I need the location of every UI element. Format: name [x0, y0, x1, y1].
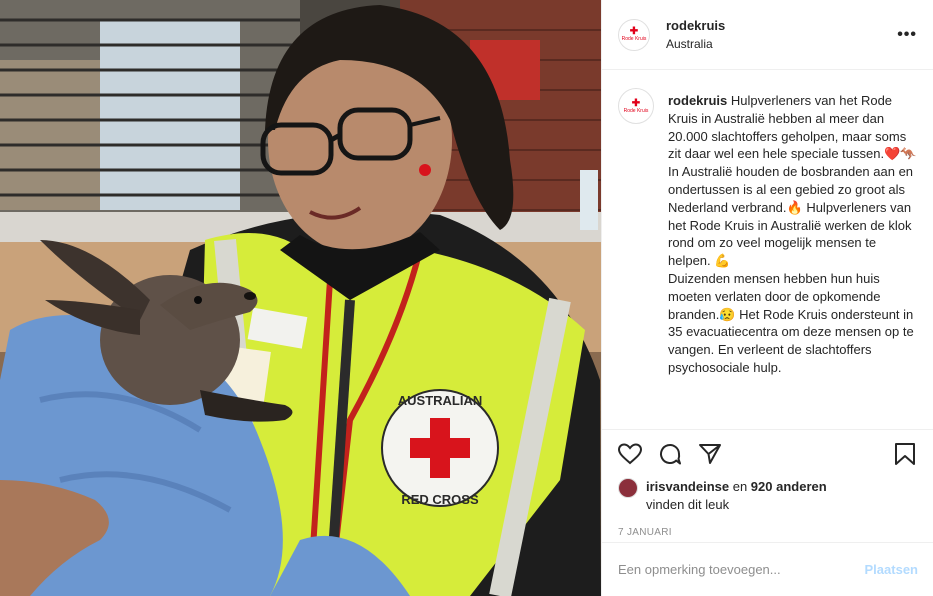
caption-text-2: Duizenden mensen hebben hun huis moeten … [668, 270, 914, 375]
post-caption: rodekruis Hulpverleners van het Rode Kru… [668, 92, 917, 377]
header-username[interactable]: rodekruis [666, 18, 725, 33]
comment-button[interactable] [656, 440, 684, 468]
post-location[interactable]: Australia [666, 37, 725, 51]
liker-username[interactable]: irisvandeinse [646, 479, 729, 494]
post-photo[interactable]: AUSTRALIAN RED CROSS [0, 0, 601, 596]
profile-avatar[interactable]: ✚ Rode Kruis [618, 18, 650, 51]
action-bar [602, 430, 933, 478]
post-side-panel: ✚ Rode Kruis rodekruis Australia ••• ✚ R… [601, 0, 933, 596]
comment-icon [660, 443, 681, 465]
liker-avatar[interactable] [618, 478, 638, 498]
svg-text:RED CROSS: RED CROSS [401, 492, 479, 507]
post-header: ✚ Rode Kruis rodekruis Australia ••• [602, 0, 933, 70]
post-comment-button[interactable]: Plaatsen [865, 562, 918, 577]
caption-text: Hulpverleners van het Rode Kruis in Aust… [668, 93, 917, 269]
heart-icon [618, 443, 642, 465]
likes-connector: en [729, 479, 751, 494]
likes-count[interactable]: 920 anderen [751, 479, 827, 494]
likes-suffix: vinden dit leuk [646, 497, 730, 512]
bookmark-icon [895, 443, 915, 465]
red-cross-icon: ✚ [631, 97, 641, 109]
photo-illustration: AUSTRALIAN RED CROSS [0, 0, 601, 596]
paper-plane-icon [699, 444, 721, 464]
caption-section: ✚ Rode Kruis rodekruis Hulpverleners van… [602, 70, 933, 430]
like-button[interactable] [616, 440, 644, 468]
svg-text:AUSTRALIAN: AUSTRALIAN [398, 393, 483, 408]
more-horizontal-icon[interactable]: ••• [897, 26, 917, 44]
avatar-label: Rode Kruis [623, 107, 649, 114]
comment-input[interactable] [618, 562, 865, 577]
save-button[interactable] [891, 440, 919, 468]
caption-username[interactable]: rodekruis [668, 93, 727, 108]
likes-summary: irisvandeinse en 920 anderen vinden dit … [602, 478, 933, 518]
share-button[interactable] [696, 440, 724, 468]
comment-form: Plaatsen [602, 542, 933, 596]
caption-avatar[interactable]: ✚ Rode Kruis [618, 88, 654, 124]
avatar-label: Rode Kruis [621, 36, 647, 42]
